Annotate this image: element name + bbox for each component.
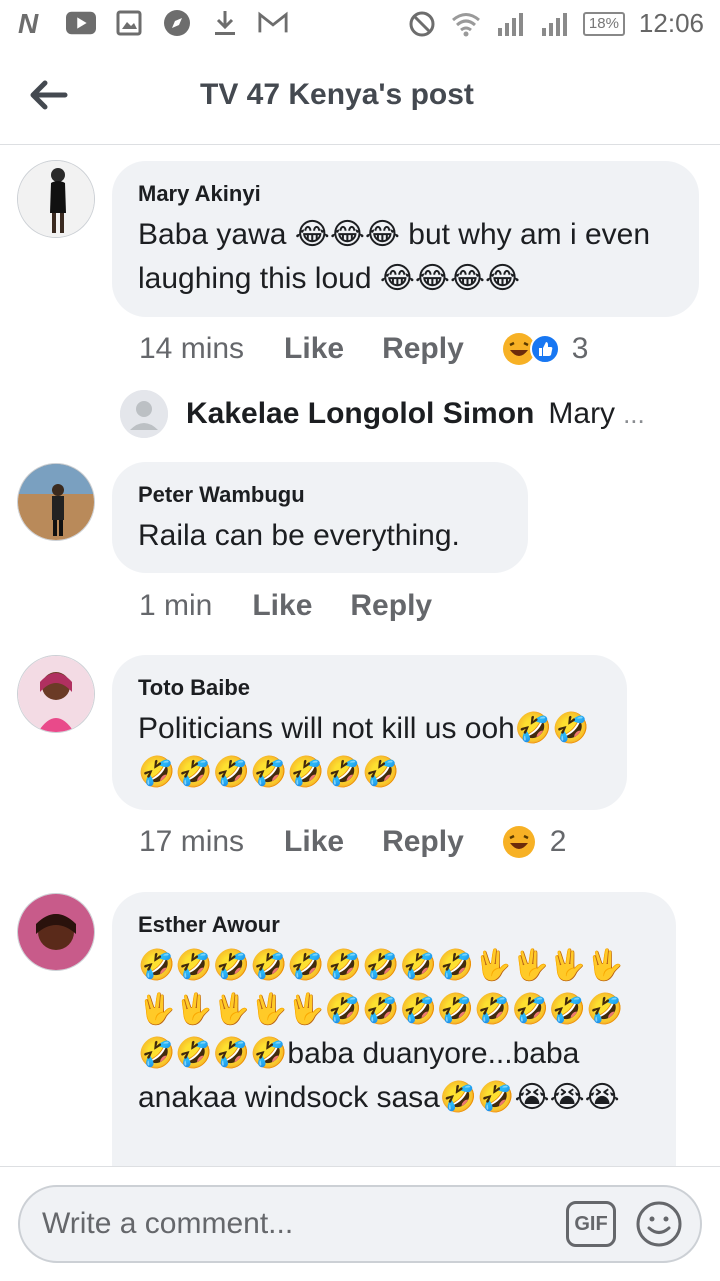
comment-bubble[interactable]: Esther Awour 🤣🤣🤣🤣🤣🤣🤣🤣🤣🖖🖖🖖🖖🖖🖖🖖🖖🖖🤣🤣🤣🤣🤣🤣🤣🤣🤣… (112, 892, 676, 1182)
download-icon (210, 8, 240, 38)
comment-actions: 14 mins Like Reply 3 (139, 332, 588, 366)
comment-time: 1 min (139, 589, 213, 622)
gallery-icon (114, 8, 144, 38)
wifi-icon (451, 9, 481, 39)
like-button[interactable]: Like (284, 825, 344, 859)
reaction-summary[interactable]: 3 (502, 332, 589, 366)
like-button[interactable]: Like (284, 332, 344, 366)
like-reaction-icon (529, 334, 560, 364)
avatar[interactable] (17, 160, 95, 238)
notification-n-icon: N (18, 8, 48, 38)
avatar[interactable] (17, 655, 95, 733)
reply-ellipsis: ... (623, 398, 645, 429)
comment-author[interactable]: Esther Awour (138, 912, 648, 938)
avatar[interactable] (17, 893, 95, 971)
back-button[interactable] (26, 72, 72, 118)
gmail-icon (258, 8, 288, 38)
like-button[interactable]: Like (252, 589, 312, 623)
comment-text: Politicians will not kill us ooh🤣🤣🤣🤣🤣🤣🤣🤣… (138, 712, 590, 789)
reply-text: Mary (548, 397, 616, 430)
compass-icon (162, 8, 192, 38)
dnd-icon (407, 9, 437, 39)
reaction-count: 2 (549, 825, 567, 858)
comment-bubble[interactable]: Toto Baibe Politicians will not kill us … (112, 655, 627, 810)
reply-button[interactable]: Reply (382, 825, 464, 859)
comment-text: Raila can be everything. (138, 519, 460, 552)
comment-text: 🤣🤣🤣🤣🤣🤣🤣🤣🤣🖖🖖🖖🖖🖖🖖🖖🖖🖖🤣🤣🤣🤣🤣🤣🤣🤣🤣🤣🤣🤣baba duany… (138, 949, 624, 1114)
comment-composer-bar: Write a comment... GIF (0, 1166, 720, 1281)
emoji-button[interactable] (634, 1199, 684, 1249)
signal-2-icon (539, 9, 569, 39)
avatar[interactable] (17, 463, 95, 541)
default-profile-icon (120, 390, 168, 438)
gif-button[interactable]: GIF (566, 1201, 616, 1247)
comment-author[interactable]: Toto Baibe (138, 675, 599, 701)
page-title: TV 47 Kenya's post (200, 78, 474, 111)
clock: 12:06 (638, 8, 704, 38)
avatar (120, 390, 168, 438)
post-header: TV 47 Kenya's post (0, 50, 720, 145)
reply-button[interactable]: Reply (350, 589, 432, 623)
comment-text: Baba yawa 😂😂😂 but why am i even laughing… (138, 218, 651, 295)
reply-preview[interactable]: Kakelae Longolol Simon Mary ... (120, 388, 645, 440)
comment-time: 14 mins (139, 332, 245, 365)
comment-author[interactable]: Mary Akinyi (138, 181, 671, 207)
arrow-left-icon (30, 80, 68, 110)
comment-bubble[interactable]: Mary Akinyi Baba yawa 😂😂😂 but why am i e… (112, 161, 699, 317)
comment-placeholder: Write a comment... (42, 1207, 294, 1240)
reaction-summary[interactable]: 2 (502, 825, 567, 859)
youtube-icon (66, 8, 96, 38)
comment-actions: 17 mins Like Reply 2 (139, 825, 566, 859)
comment-bubble[interactable]: Peter Wambugu Raila can be everything. (112, 462, 528, 573)
svg-text:N: N (18, 10, 39, 36)
battery-indicator: 18% (582, 11, 625, 36)
comment-input[interactable]: Write a comment... GIF (18, 1185, 702, 1263)
comment-actions: 1 min Like Reply (139, 589, 470, 623)
smiley-icon (636, 1201, 682, 1247)
reply-button[interactable]: Reply (382, 332, 464, 366)
comment-author[interactable]: Peter Wambugu (138, 482, 500, 508)
signal-icon (495, 9, 525, 39)
haha-reaction-icon (502, 826, 535, 858)
comment-time: 17 mins (139, 825, 245, 858)
status-bar: N 18% 12:06 (0, 0, 720, 50)
reply-author[interactable]: Kakelae Longolol Simon (186, 397, 534, 431)
reaction-count: 3 (571, 332, 589, 365)
